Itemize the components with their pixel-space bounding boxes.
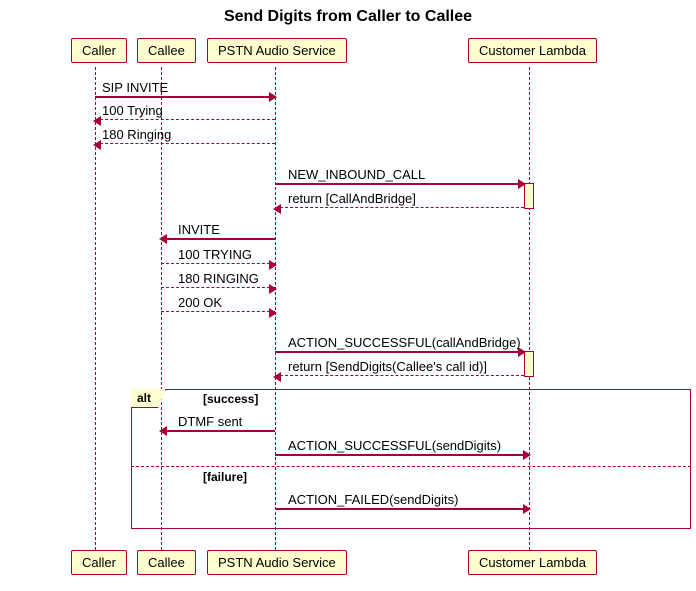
- diagram-title: Send Digits from Caller to Callee: [0, 0, 696, 32]
- participant-lambda-bottom: Customer Lambda: [468, 550, 597, 575]
- arrow-action-success-cab: [275, 351, 524, 353]
- arrow-new-inbound: [275, 183, 524, 185]
- msg-invite-callee: INVITE: [178, 222, 220, 237]
- participant-pstn-top: PSTN Audio Service: [207, 38, 347, 63]
- msg-new-inbound: NEW_INBOUND_CALL: [288, 167, 425, 182]
- arrow-action-failed-sd: [275, 508, 529, 510]
- msg-200-ok: 200 OK: [178, 295, 222, 310]
- arrow-200-ok: [161, 311, 275, 312]
- msg-action-failed-sd: ACTION_FAILED(sendDigits): [288, 492, 459, 507]
- arrow-sip-invite: [95, 96, 275, 98]
- arrow-return-callandbridge: [275, 207, 524, 208]
- arrow-dtmf-sent: [161, 430, 275, 432]
- msg-100-trying: 100 Trying: [102, 103, 163, 118]
- arrow-action-success-sd: [275, 454, 529, 456]
- participant-caller-top: Caller: [71, 38, 127, 63]
- msg-sip-invite: SIP INVITE: [102, 80, 168, 95]
- msg-action-success-cab: ACTION_SUCCESSFUL(callAndBridge): [288, 335, 521, 350]
- msg-action-success-sd: ACTION_SUCCESSFUL(sendDigits): [288, 438, 501, 453]
- alt-cond-failure: [failure]: [203, 470, 247, 484]
- msg-180-ringing-caller: 180 Ringing: [102, 127, 171, 142]
- arrow-100-trying: [95, 119, 275, 120]
- msg-100-trying-callee: 100 TRYING: [178, 247, 252, 262]
- alt-divider: [131, 466, 691, 467]
- msg-return-senddigits: return [SendDigits(Callee's call id)]: [288, 359, 487, 374]
- msg-dtmf-sent: DTMF sent: [178, 414, 242, 429]
- msg-return-callandbridge: return [CallAndBridge]: [288, 191, 416, 206]
- arrow-invite-callee: [161, 238, 275, 240]
- participant-lambda-top: Customer Lambda: [468, 38, 597, 63]
- participant-caller-bottom: Caller: [71, 550, 127, 575]
- participant-callee-bottom: Callee: [137, 550, 196, 575]
- msg-180-ringing-callee: 180 RINGING: [178, 271, 259, 286]
- alt-cond-success: [success]: [203, 392, 258, 406]
- arrow-180-ringing-callee: [161, 287, 275, 288]
- participant-pstn-bottom: PSTN Audio Service: [207, 550, 347, 575]
- participant-callee-top: Callee: [137, 38, 196, 63]
- arrow-180-ringing-caller: [95, 143, 275, 144]
- arrow-return-senddigits: [275, 375, 524, 376]
- arrow-100-trying-callee: [161, 263, 275, 264]
